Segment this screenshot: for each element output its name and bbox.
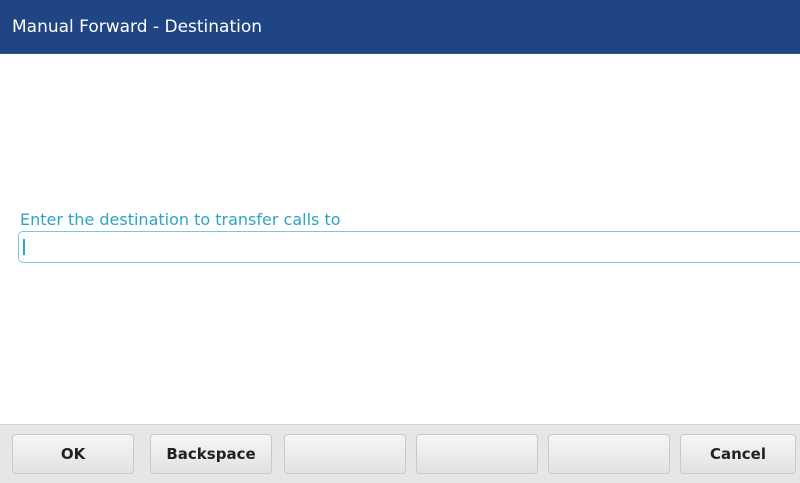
backspace-softkey[interactable]: Backspace bbox=[150, 434, 272, 474]
page-title: Manual Forward - Destination bbox=[12, 17, 263, 37]
cancel-softkey[interactable]: Cancel bbox=[680, 434, 796, 474]
softkey-bar: OK Backspace Cancel bbox=[0, 424, 800, 483]
text-cursor bbox=[23, 239, 25, 255]
softkey-3[interactable] bbox=[284, 434, 406, 474]
softkey-5[interactable] bbox=[548, 434, 670, 474]
destination-field-label: Enter the destination to transfer calls … bbox=[20, 210, 341, 229]
softkey-4[interactable] bbox=[416, 434, 538, 474]
ok-softkey[interactable]: OK bbox=[12, 434, 134, 474]
destination-input[interactable] bbox=[18, 231, 800, 263]
title-bar: Manual Forward - Destination bbox=[0, 0, 800, 54]
